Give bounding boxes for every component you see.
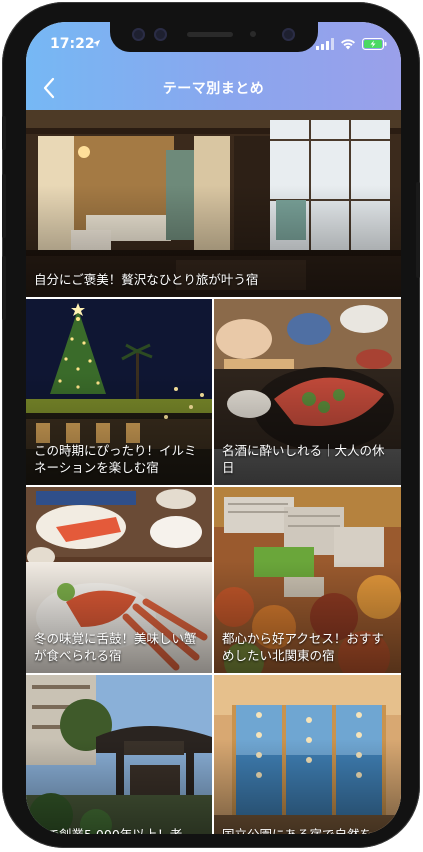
theme-card[interactable]: 冬の味覚に舌鼓！美味しい蟹が食べられる宿 (26, 487, 212, 673)
theme-card[interactable]: 自分にご褒美！贅沢なひとり旅が叶う宿 (26, 110, 401, 297)
phone-frame: 17:22 テーマ別まとめ 自分にご褒美！贅沢なひとり旅が叶う宿 この時期にぴっ… (2, 2, 420, 848)
sensor-icon (154, 28, 167, 41)
theme-label: 部で創業5,000年以上！老 (34, 826, 206, 834)
theme-label: 冬の味覚に舌鼓！美味しい蟹が食べられる宿 (34, 631, 197, 663)
theme-label: この時期にぴったり！イルミネーションを楽しむ宿 (34, 443, 197, 475)
tile-shade (26, 739, 212, 834)
theme-label: 名酒に酔いしれる｜大人の休日 (222, 443, 385, 475)
tile-shade (214, 739, 401, 834)
wifi-icon (341, 39, 355, 50)
power-button (416, 182, 420, 278)
theme-label: 自分にご褒美！贅沢なひとり旅が叶う宿 (34, 272, 259, 287)
location-arrow-icon (92, 39, 101, 48)
signal-icon (316, 38, 334, 50)
theme-card[interactable]: 都心から好アクセス！おすすめしたい北関東の宿 (214, 487, 401, 673)
volume-up-button (2, 174, 6, 238)
front-camera-icon (282, 28, 295, 41)
sensor-dot (250, 31, 256, 37)
theme-label: 都心から好アクセス！おすすめしたい北関東の宿 (222, 631, 384, 663)
speaker (187, 32, 233, 37)
volume-down-button (2, 256, 6, 320)
page-title: テーマ別まとめ (162, 81, 265, 97)
mute-switch (2, 116, 6, 150)
screen: 17:22 テーマ別まとめ 自分にご褒美！贅沢なひとり旅が叶う宿 この時期にぴっ… (26, 22, 401, 834)
sensor-icon (132, 28, 145, 41)
notch (110, 22, 318, 52)
status-icons (316, 38, 387, 50)
theme-card[interactable]: 部で創業5,000年以上！老 (26, 675, 212, 834)
theme-label: 国立公園にある宿で自然を (222, 826, 395, 834)
theme-card[interactable]: この時期にぴったり！イルミネーションを楽しむ宿 (26, 299, 212, 485)
theme-card[interactable]: 名酒に酔いしれる｜大人の休日 (214, 299, 401, 485)
theme-card[interactable]: 国立公園にある宿で自然を (214, 675, 401, 834)
battery-charging-icon (362, 38, 387, 50)
status-time: 17:22 (50, 36, 95, 52)
